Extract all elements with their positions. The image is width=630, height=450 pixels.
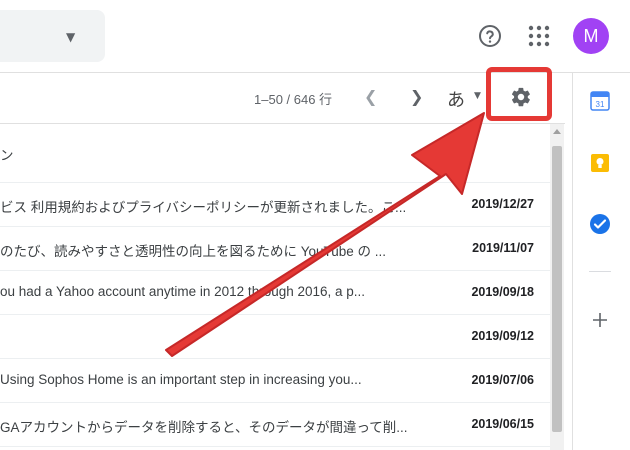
email-list: ン ビス 利用規約およびプライバシーポリシーが更新されました。こ... 2019… [0,124,550,447]
apps-grid-icon[interactable] [528,25,550,47]
calendar-day-label: 31 [596,100,605,109]
gear-icon[interactable] [510,86,532,108]
pagination-count: 1–50 / 646 行 [254,92,333,107]
email-subject: ou had a Yahoo account anytime in 2012 t… [0,284,366,299]
email-row[interactable]: 2019/09/12 [0,315,550,359]
calendar-icon[interactable]: 31 [590,91,610,111]
help-circle-icon[interactable] [478,24,502,48]
keep-bulb-icon[interactable] [590,153,610,173]
email-row[interactable]: のたび、読みやすさと透明性の向上を図るために YouTube の ... 201… [0,227,550,271]
email-subject: ン [0,148,14,163]
tasks-check-icon[interactable] [589,213,611,235]
scroll-up-icon[interactable] [553,129,561,134]
email-subject: GAアカウントからデータを削除すると、そのデータが間違って削... [0,420,408,435]
chevron-left-icon[interactable]: ❮ [364,87,377,106]
email-row[interactable]: Using Sophos Home is an important step i… [0,359,550,403]
email-subject: ビス 利用規約およびプライバシーポリシーが更新されました。こ... [0,200,407,215]
top-bar: ▼ M [0,0,630,73]
email-subject: Using Sophos Home is an important step i… [0,372,362,387]
email-date: 2019/09/18 [471,285,534,299]
email-subject: のたび、読みやすさと透明性の向上を図るために YouTube の ... [0,244,387,259]
email-date: 2019/11/07 [472,241,534,255]
list-toolbar: 1–50 / 646 行 ❮ ❯ あ ▼ [0,67,565,124]
email-date: 2019/09/12 [471,329,534,343]
input-tools-caret-icon[interactable]: ▼ [474,91,481,101]
email-row[interactable]: ou had a Yahoo account anytime in 2012 t… [0,271,550,315]
chevron-right-icon[interactable]: ❯ [410,87,423,106]
email-row[interactable]: ン [0,124,550,183]
input-tools-button[interactable]: あ [447,86,465,112]
search-options-caret-icon[interactable]: ▼ [66,30,75,44]
email-row[interactable]: ビス 利用規約およびプライバシーポリシーが更新されました。こ... 2019/1… [0,183,550,227]
email-date: 2019/07/06 [471,373,534,387]
email-date: 2019/12/27 [471,197,534,211]
email-date: 2019/06/15 [471,417,534,431]
list-scrollbar[interactable] [550,124,564,450]
search-box[interactable]: ▼ [0,10,105,62]
email-row[interactable]: GAアカウントからデータを削除すると、そのデータが間違って削... 2019/0… [0,403,550,447]
side-panel-divider [589,271,611,272]
plus-icon[interactable] [592,312,608,328]
scrollbar-thumb[interactable] [552,146,562,432]
avatar[interactable]: M [573,18,609,54]
side-panel: 31 [572,73,630,450]
